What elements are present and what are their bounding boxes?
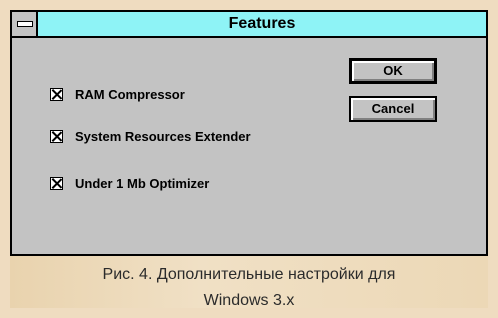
checkbox-checked-icon[interactable] (50, 176, 63, 190)
option-under-1mb-optimizer[interactable]: Under 1 Mb Optimizer (50, 174, 209, 192)
system-menu-icon (17, 21, 33, 27)
features-dialog: Features RAM Compressor System Resources… (10, 10, 488, 256)
dialog-title: Features (228, 15, 296, 32)
option-system-resources-extender[interactable]: System Resources Extender (50, 127, 251, 145)
checkbox-checked-icon[interactable] (50, 87, 63, 101)
caption-line-2: Windows 3.x (203, 292, 295, 309)
option-label: Under 1 Mb Optimizer (75, 175, 210, 191)
option-label: RAM Compressor (75, 86, 185, 102)
option-ram-compressor[interactable]: RAM Compressor (50, 85, 185, 103)
cancel-button[interactable]: Cancel (349, 96, 437, 122)
ok-button[interactable]: OK (349, 58, 437, 84)
figure-caption: Рис. 4. Дополнительные настройки для Win… (10, 256, 488, 318)
checkbox-checked-icon[interactable] (50, 129, 63, 143)
system-menu-button[interactable] (12, 12, 38, 36)
option-label: System Resources Extender (75, 128, 251, 144)
title-bar: Features (12, 12, 486, 38)
caption-line-1: Рис. 4. Дополнительные настройки для (102, 266, 396, 283)
